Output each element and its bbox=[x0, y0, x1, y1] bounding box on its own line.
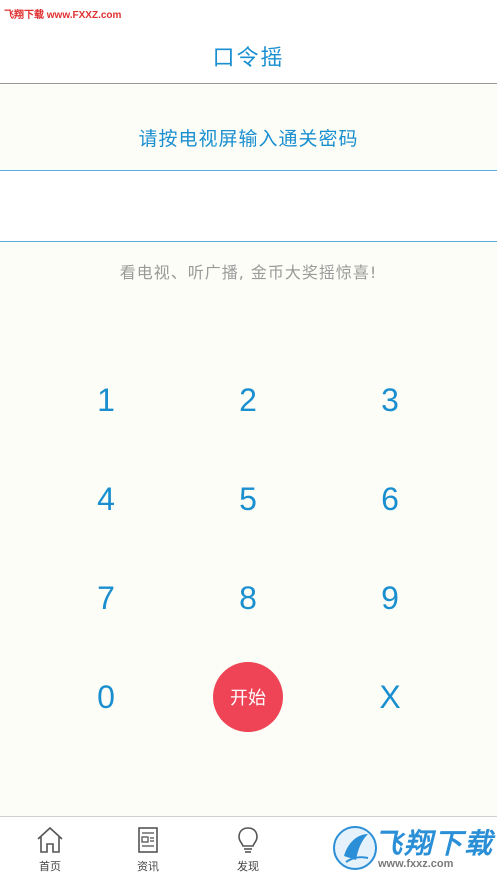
keypad: 1 2 3 4 5 6 7 8 9 0 开始 X bbox=[0, 350, 497, 750]
slogan-text: 看电视、听广播, 金币大奖摇惊喜! bbox=[119, 263, 378, 282]
clear-button[interactable]: X bbox=[340, 647, 440, 747]
brand-logo-icon bbox=[333, 826, 377, 870]
key-9[interactable]: 9 bbox=[340, 548, 440, 648]
key-1[interactable]: 1 bbox=[56, 350, 156, 450]
tab-news[interactable]: 资讯 bbox=[118, 825, 178, 881]
tab-news-label: 资讯 bbox=[137, 860, 159, 873]
tab-discover-label: 发现 bbox=[237, 860, 259, 873]
passcode-prompt: 请按电视屏输入通关密码 bbox=[138, 128, 359, 150]
start-button[interactable]: 开始 bbox=[213, 662, 283, 732]
brand-name: 飞翔下载 bbox=[374, 827, 495, 860]
news-icon bbox=[138, 827, 158, 853]
key-5[interactable]: 5 bbox=[198, 449, 298, 549]
tab-home-label: 首页 bbox=[39, 860, 61, 873]
key-8[interactable]: 8 bbox=[198, 548, 298, 648]
watermark-text: 飞翔下载 www.FXXZ.com bbox=[4, 10, 122, 21]
key-7[interactable]: 7 bbox=[56, 548, 156, 648]
key-3[interactable]: 3 bbox=[340, 350, 440, 450]
lightbulb-icon bbox=[238, 827, 258, 853]
home-icon bbox=[37, 826, 63, 853]
tab-home[interactable]: 首页 bbox=[20, 825, 80, 881]
brand-url: www.fxxz.com bbox=[378, 858, 454, 870]
key-0[interactable]: 0 bbox=[56, 647, 156, 747]
tab-discover[interactable]: 发现 bbox=[218, 825, 278, 881]
key-6[interactable]: 6 bbox=[340, 449, 440, 549]
key-2[interactable]: 2 bbox=[198, 350, 298, 450]
brand-watermark: 飞翔下载 www.fxxz.com bbox=[332, 818, 497, 880]
page-title: 口令摇 bbox=[212, 46, 285, 71]
passcode-input[interactable] bbox=[0, 170, 497, 242]
key-4[interactable]: 4 bbox=[56, 449, 156, 549]
